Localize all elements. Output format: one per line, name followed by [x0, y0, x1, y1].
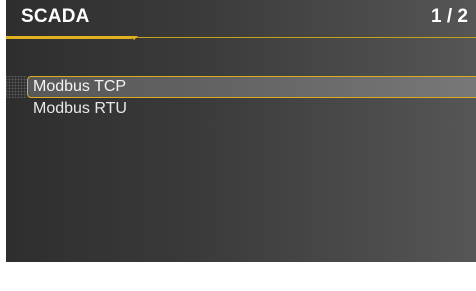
- scada-screen: SCADA 1 / 2 Modbus TCP Modbus RTU: [6, 0, 476, 262]
- menu-item-label: Modbus TCP: [33, 78, 127, 95]
- menu-item-label: Modbus RTU: [33, 100, 127, 117]
- header-accent-tip-icon: [130, 36, 138, 40]
- header-bar: SCADA 1 / 2: [6, 0, 476, 37]
- header-accent-bar: [6, 36, 132, 39]
- protocol-menu: Modbus TCP Modbus RTU: [6, 76, 476, 120]
- page-indicator: 1 / 2: [431, 6, 468, 27]
- page-title: SCADA: [21, 6, 90, 27]
- selection-marker-icon: [6, 76, 27, 98]
- menu-item-modbus-rtu[interactable]: Modbus RTU: [6, 98, 476, 120]
- menu-item-modbus-tcp[interactable]: Modbus TCP: [27, 76, 476, 98]
